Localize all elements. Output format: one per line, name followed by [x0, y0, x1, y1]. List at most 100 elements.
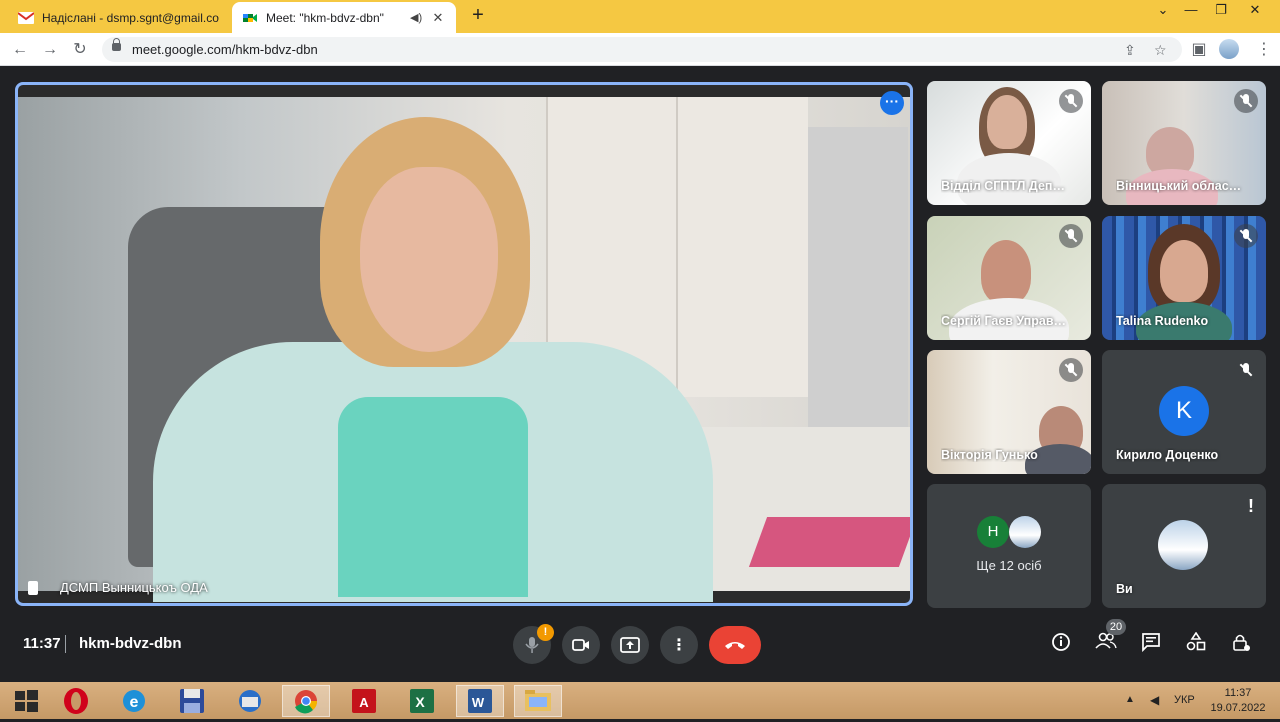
internet-explorer-icon: e: [123, 690, 145, 712]
tab-gmail[interactable]: Надіслані - dsmp.sgnt@gmail.co: [8, 2, 230, 33]
back-icon[interactable]: ←: [9, 39, 31, 61]
profile-avatar[interactable]: [1219, 39, 1239, 59]
more-options-button[interactable]: ⋮: [660, 626, 698, 664]
self-tile[interactable]: ! Ви: [1102, 484, 1266, 608]
participant-face: [987, 95, 1027, 149]
tab-title: Надіслані - dsmp.sgnt@gmail.co: [42, 10, 219, 25]
opera-taskbar-button[interactable]: [52, 685, 100, 717]
floppy-disk-icon: [180, 689, 204, 713]
tab-search-icon[interactable]: ⌄: [1148, 2, 1178, 18]
address-bar[interactable]: meet.google.com/hkm-bdvz-dbn ⇪ ☆: [102, 37, 1182, 62]
meet-stage: ··· ДСМП Вынницькоъ ОДА Відділ СГПТЛ Деп…: [0, 66, 1280, 682]
file-explorer-taskbar-button[interactable]: [514, 685, 562, 717]
self-avatar: [1158, 520, 1208, 570]
participant-face: [981, 240, 1031, 304]
people-count-badge: 20: [1106, 619, 1126, 635]
svg-text:A: A: [359, 695, 369, 710]
participant-tile[interactable]: Вінницький облас…: [1102, 81, 1266, 205]
background-shelf: [808, 127, 908, 447]
excel-taskbar-button[interactable]: X: [398, 685, 446, 717]
self-name: Ви: [1116, 582, 1133, 596]
browser-toolbar: ← → ↻ meet.google.com/hkm-bdvz-dbn ⇪ ☆ ▣…: [0, 33, 1280, 66]
participant-face: [1160, 240, 1208, 302]
camera-icon: [572, 639, 589, 651]
chat-icon[interactable]: [1139, 632, 1163, 656]
speaker-face: [360, 167, 498, 352]
participant-name: Відділ СГПТЛ Деп…: [941, 179, 1065, 193]
google-meet-icon: [243, 13, 257, 22]
background-folder: [748, 517, 910, 567]
tab-title: Meet: "hkm-bdvz-dbn": [266, 10, 384, 25]
word-icon: W: [468, 689, 492, 713]
camera-button[interactable]: [562, 626, 600, 664]
host-controls-icon[interactable]: [1229, 632, 1253, 656]
windows-icon: [15, 690, 38, 712]
more-participants-label: Ще 12 осіб: [976, 558, 1042, 573]
svg-text:W: W: [472, 695, 485, 710]
mic-off-icon: [1059, 224, 1083, 248]
minimize-icon[interactable]: —: [1176, 2, 1206, 17]
mic-warning-badge: !: [537, 624, 554, 641]
participant-avatar-image: [1009, 516, 1041, 548]
start-button[interactable]: [2, 685, 50, 717]
divider: [65, 635, 66, 653]
participant-tile[interactable]: K Кирило Доценко: [1102, 350, 1266, 474]
pin-icon[interactable]: [28, 581, 38, 595]
lock-icon[interactable]: [112, 38, 121, 51]
leave-call-button[interactable]: [709, 626, 761, 664]
clock-date: 19.07.2022: [1210, 702, 1266, 714]
url-text: meet.google.com/hkm-bdvz-dbn: [132, 42, 318, 57]
share-icon[interactable]: ⇪: [1124, 42, 1136, 59]
thunderbird-taskbar-button[interactable]: [226, 685, 274, 717]
speaker-icon[interactable]: ◀): [410, 11, 426, 24]
keyboard-language[interactable]: УКР: [1174, 694, 1195, 706]
meeting-code: hkm-bdvz-dbn: [79, 635, 182, 652]
main-speaker-tile[interactable]: ··· ДСМП Вынницькоъ ОДА: [15, 82, 913, 606]
excel-icon: X: [410, 689, 434, 713]
folder-icon: [525, 690, 551, 711]
opera-icon: [64, 688, 88, 714]
restore-icon[interactable]: ❐: [1206, 2, 1236, 18]
mic-off-icon: [1234, 358, 1258, 382]
browser-menu-icon[interactable]: ⋮: [1256, 39, 1272, 59]
participant-name: Сергій Гаєв Управ…: [941, 314, 1067, 328]
participant-tile[interactable]: Talina Rudenko: [1102, 216, 1266, 340]
tile-options-icon[interactable]: ···: [880, 91, 904, 115]
activities-icon[interactable]: [1184, 631, 1208, 656]
alert-icon[interactable]: !: [1248, 496, 1254, 517]
acrobat-taskbar-button[interactable]: A: [340, 685, 388, 717]
meeting-info-icon[interactable]: [1049, 632, 1073, 656]
pdf-icon: A: [352, 689, 376, 713]
present-screen-button[interactable]: [611, 626, 649, 664]
tray-expand-icon[interactable]: ▲: [1125, 694, 1135, 705]
internet-explorer-taskbar-button[interactable]: e: [110, 685, 158, 717]
forward-icon[interactable]: →: [39, 39, 61, 61]
chrome-taskbar-button[interactable]: [282, 685, 330, 717]
tab-meet[interactable]: Meet: "hkm-bdvz-dbn" ◀) ✕: [232, 2, 456, 33]
participant-name: Вікторія Гунько: [941, 448, 1038, 462]
participant-tile[interactable]: Відділ СГПТЛ Деп…: [927, 81, 1091, 205]
volume-icon[interactable]: ◀: [1150, 693, 1159, 707]
mic-off-icon: [1059, 89, 1083, 113]
system-clock[interactable]: 11:37 19.07.2022: [1208, 686, 1268, 716]
chrome-icon: [295, 690, 318, 714]
close-tab-icon[interactable]: ✕: [430, 10, 446, 26]
mic-off-icon: [1234, 224, 1258, 248]
main-speaker-video: [18, 97, 910, 602]
close-window-icon[interactable]: ✕: [1240, 2, 1270, 18]
participant-name: Talina Rudenko: [1116, 314, 1209, 328]
save-taskbar-button[interactable]: [168, 685, 216, 717]
more-vert-icon: ⋮: [671, 637, 687, 654]
bookmark-star-icon[interactable]: ☆: [1154, 42, 1167, 59]
browser-tab-strip: Надіслані - dsmp.sgnt@gmail.co Meet: "hk…: [0, 0, 1280, 33]
word-taskbar-button[interactable]: W: [456, 685, 504, 717]
new-tab-button[interactable]: +: [466, 4, 490, 27]
more-participants-tile[interactable]: Н Ще 12 осіб: [927, 484, 1091, 608]
people-icon[interactable]: [1094, 632, 1118, 656]
side-panel-icon[interactable]: ▣: [1188, 39, 1210, 61]
participant-tile[interactable]: Сергій Гаєв Управ…: [927, 216, 1091, 340]
participant-name: Вінницький облас…: [1116, 179, 1242, 193]
participant-tile[interactable]: Вікторія Гунько: [927, 350, 1091, 474]
svg-text:X: X: [415, 694, 425, 710]
reload-icon[interactable]: ↻: [69, 39, 91, 61]
